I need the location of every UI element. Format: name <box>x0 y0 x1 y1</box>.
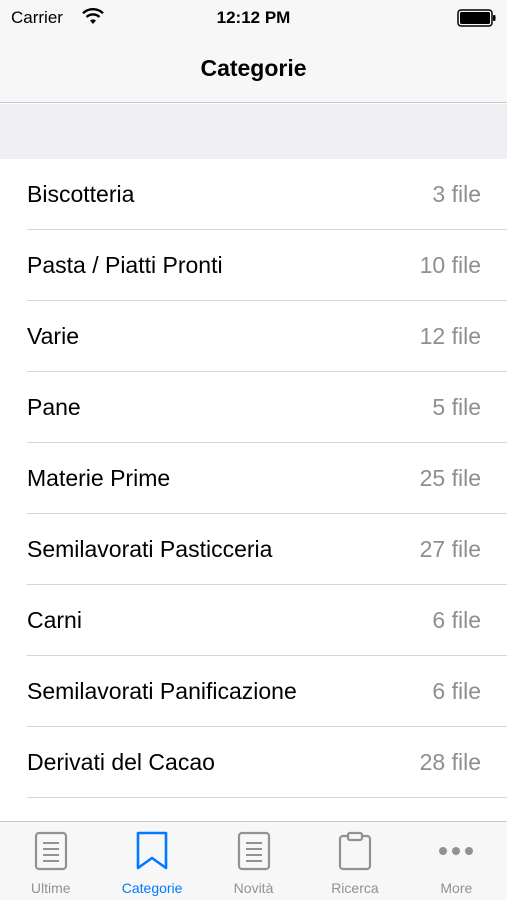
category-file-count: 28 file <box>419 749 481 775</box>
category-file-count: 6 file <box>432 678 481 704</box>
category-row[interactable]: Semilavorati Panificazione 6 file <box>0 656 507 727</box>
category-file-count: 12 file <box>419 323 481 349</box>
category-row[interactable]: Materie Prime 25 file <box>0 443 507 514</box>
category-row[interactable]: Pane 5 file <box>0 372 507 443</box>
category-file-count: 27 file <box>419 536 481 562</box>
bookmark-icon <box>136 831 168 870</box>
clipboard-icon <box>338 831 372 871</box>
more-icon <box>439 847 474 855</box>
category-name: Pane <box>27 394 81 420</box>
document-icon <box>237 831 270 871</box>
category-file-count: 6 file <box>432 607 481 633</box>
category-row[interactable]: Semilavorati Pasticceria 27 file <box>0 514 507 585</box>
tab-bar: Ultime Categorie Novità Ricerca More <box>0 821 507 900</box>
tab-novita[interactable]: Novità <box>203 822 304 900</box>
category-name: Carni <box>27 607 82 633</box>
category-file-count: 5 file <box>432 394 481 420</box>
tab-ultime[interactable]: Ultime <box>0 822 101 900</box>
category-name: Semilavorati Panificazione <box>27 678 297 704</box>
app-screen: Carrier 12:12 PM Categorie Biscotteria 3… <box>0 0 507 900</box>
tab-label: Novità <box>233 880 274 896</box>
category-name: Varie <box>27 323 79 349</box>
tab-label: Categorie <box>121 880 183 896</box>
category-row[interactable]: Varie 12 file <box>0 301 507 372</box>
category-row[interactable]: Carni 6 file <box>0 585 507 656</box>
tab-ricerca[interactable]: Ricerca <box>304 822 405 900</box>
category-file-count: 25 file <box>419 465 481 491</box>
category-file-count: 10 file <box>419 252 481 278</box>
tab-label: More <box>440 880 473 896</box>
tab-label: Ultime <box>30 880 71 896</box>
category-name: Pasta / Piatti Pronti <box>27 252 223 278</box>
category-list: Biscotteria 3 file Pasta / Piatti Pronti… <box>0 159 507 798</box>
page-title: Categorie <box>200 55 307 81</box>
status-time: 12:12 PM <box>216 8 291 27</box>
tab-label: Ricerca <box>331 880 379 896</box>
category-name: Materie Prime <box>27 465 171 491</box>
status-bar: Carrier 12:12 PM <box>0 0 507 36</box>
document-icon <box>34 831 67 871</box>
navigation-bar: Categorie <box>0 36 507 103</box>
tab-categorie[interactable]: Categorie <box>101 822 202 900</box>
category-name: Semilavorati Pasticceria <box>27 536 273 562</box>
category-file-count: 3 file <box>432 181 481 207</box>
category-row[interactable]: Pasta / Piatti Pronti 10 file <box>0 230 507 301</box>
category-row[interactable]: Derivati del Cacao 28 file <box>0 727 507 798</box>
section-header-spacer <box>0 104 507 159</box>
category-name: Derivati del Cacao <box>27 749 215 775</box>
category-row[interactable]: Biscotteria 3 file <box>0 159 507 230</box>
category-name: Biscotteria <box>27 181 135 207</box>
tab-more[interactable]: More <box>406 822 507 900</box>
battery-icon <box>457 9 496 27</box>
